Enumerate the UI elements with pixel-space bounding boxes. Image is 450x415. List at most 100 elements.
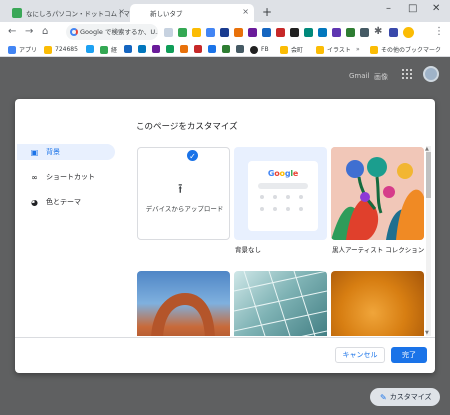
google-g-icon xyxy=(70,28,78,36)
folder-icon xyxy=(370,45,378,54)
new-tab-button[interactable]: + xyxy=(262,5,272,19)
extension-icon[interactable] xyxy=(262,28,271,37)
extension-icon[interactable] xyxy=(248,28,257,37)
tab-new-tab[interactable]: 新しいタブ × xyxy=(130,4,254,22)
art-collection-image xyxy=(331,147,424,240)
extension-icon[interactable] xyxy=(318,28,327,37)
mini-search-bar xyxy=(258,183,308,189)
upload-from-device-tile[interactable]: ⭱ デバイスからアップロード xyxy=(137,147,230,240)
grid-scrollbar[interactable]: ▲ ▼ xyxy=(425,146,431,336)
extension-icon[interactable] xyxy=(164,28,173,37)
bookmarks-overflow-chevron-icon[interactable]: » xyxy=(356,44,360,55)
forward-arrow-icon[interactable]: → xyxy=(25,26,33,37)
newtab-favicon-icon xyxy=(136,8,146,18)
browser-toolbar: ← → ⌂ Google で検索するか、U... ✱ ⋮ xyxy=(0,22,450,42)
bookmark-icon[interactable] xyxy=(208,45,216,53)
no-background-label: 背景なし xyxy=(235,246,261,254)
background-grid: ⭱ デバイスからアップロード Google 背景なし 黒人アーティスト コレクシ… xyxy=(136,146,426,336)
bookmark-folder-other[interactable]: その他のブックマーク xyxy=(370,44,441,55)
extension-icon[interactable] xyxy=(234,28,243,37)
cancel-button[interactable]: キャンセル xyxy=(335,347,385,363)
extension-icon[interactable] xyxy=(304,28,313,37)
folder-icon xyxy=(44,45,52,54)
bookmark-apps[interactable]: アプリ xyxy=(8,44,37,55)
scroll-down-icon[interactable]: ▼ xyxy=(425,330,429,336)
back-arrow-icon[interactable]: ← xyxy=(8,26,16,37)
bookmark-kei[interactable]: 経 xyxy=(100,44,117,55)
glass-building-tile[interactable] xyxy=(234,271,327,336)
tab-close-icon[interactable]: × xyxy=(242,7,249,16)
bookmark-folder-illust[interactable]: イラスト xyxy=(316,44,351,55)
bookmark-icon[interactable] xyxy=(124,45,132,53)
tab-strip: なにしろパソコン・ドットコム | マルチ仕 × 新しいタブ × + – □ ✕ xyxy=(0,0,450,22)
link-icon: ∞ xyxy=(31,172,38,182)
sidebar-item-background[interactable]: ▣ 背景 xyxy=(17,144,115,160)
background-icon: ▣ xyxy=(30,147,39,157)
extension-icon[interactable] xyxy=(192,28,201,37)
minimize-button[interactable]: – xyxy=(386,3,391,14)
twitter-icon[interactable] xyxy=(86,45,94,53)
extension-icon[interactable] xyxy=(220,28,229,37)
extension-icon[interactable] xyxy=(346,28,355,37)
bookmark-icon[interactable] xyxy=(222,45,230,53)
github-icon xyxy=(250,45,258,54)
google-logo: Google xyxy=(267,169,299,178)
extension-icon[interactable] xyxy=(360,28,369,37)
sidebar-item-color-theme[interactable]: ◕ 色とテーマ xyxy=(17,194,115,210)
account-avatar[interactable] xyxy=(423,66,439,82)
upload-label: デバイスからアップロード xyxy=(145,205,224,213)
bookmark-724685[interactable]: 724685 xyxy=(44,44,78,55)
customize-dialog: このページをカスタマイズ ▣ 背景 ∞ ショートカット ◕ 色とテーマ ⭱ デバ… xyxy=(15,99,435,373)
bookmark-fb[interactable]: FB xyxy=(250,44,269,55)
tab-close-icon[interactable]: × xyxy=(118,7,125,16)
home-icon[interactable]: ⌂ xyxy=(42,26,48,37)
palette-icon: ◕ xyxy=(31,197,38,207)
dialog-title: このページをカスタマイズ xyxy=(136,122,238,132)
site-favicon-icon xyxy=(12,8,22,18)
mini-shortcut-dots xyxy=(260,195,303,211)
apps-grid-icon xyxy=(8,45,16,54)
bookmarks-bar: アプリ 724685 経 FB 会町 イラスト » その他のブックマーク xyxy=(0,42,450,57)
dialog-divider xyxy=(15,337,435,338)
scrollbar-thumb[interactable] xyxy=(426,152,431,198)
gmail-link[interactable]: Gmail xyxy=(349,72,369,80)
extension-icon[interactable] xyxy=(206,28,215,37)
tab-title: なにしろパソコン・ドットコム | マルチ仕 xyxy=(26,10,130,18)
arch-photo-image xyxy=(151,293,215,336)
autumn-leaves-tile[interactable] xyxy=(331,271,424,336)
google-apps-icon[interactable] xyxy=(402,69,412,79)
bookmark-folder-kaicho[interactable]: 会町 xyxy=(280,44,303,55)
bookmark-icon[interactable] xyxy=(166,45,174,53)
extension-icon[interactable] xyxy=(290,28,299,37)
art-collection-tile[interactable] xyxy=(331,147,424,240)
bookmark-icon[interactable] xyxy=(152,45,160,53)
maximize-button[interactable]: □ xyxy=(408,3,417,14)
menu-dots-icon[interactable]: ⋮ xyxy=(434,26,444,37)
done-button[interactable]: 完了 xyxy=(391,347,427,363)
omnibox-text: Google で検索するか、U... xyxy=(80,28,158,36)
glass-building-image xyxy=(234,271,327,336)
extension-icon[interactable] xyxy=(276,28,285,37)
no-background-tile[interactable]: Google xyxy=(234,147,327,240)
bookmark-icon[interactable] xyxy=(138,45,146,53)
profile-avatar[interactable] xyxy=(403,27,414,38)
sidebar-item-shortcuts[interactable]: ∞ ショートカット xyxy=(17,169,115,185)
extension-icon[interactable] xyxy=(389,28,398,37)
folder-icon xyxy=(280,45,288,54)
puzzle-extensions-icon[interactable]: ✱ xyxy=(374,26,382,37)
selected-check-icon: ✓ xyxy=(186,149,199,162)
close-window-button[interactable]: ✕ xyxy=(432,3,440,14)
address-bar[interactable]: Google で検索するか、U... xyxy=(66,24,158,40)
bookmark-icon[interactable] xyxy=(194,45,202,53)
tab-title: 新しいタブ xyxy=(150,10,183,18)
extension-icon[interactable] xyxy=(332,28,341,37)
mini-ntp-preview: Google xyxy=(248,161,318,231)
arch-photo-tile[interactable] xyxy=(137,271,230,336)
extension-icon[interactable] xyxy=(178,28,187,37)
customize-button[interactable]: ✎ カスタマイズ xyxy=(370,388,440,406)
pencil-icon: ✎ xyxy=(380,392,387,402)
images-link[interactable]: 画像 xyxy=(374,72,388,82)
tab-nanishiro[interactable]: なにしろパソコン・ドットコム | マルチ仕 × xyxy=(6,4,130,22)
bookmark-icon[interactable] xyxy=(180,45,188,53)
bookmark-icon[interactable] xyxy=(236,45,244,53)
